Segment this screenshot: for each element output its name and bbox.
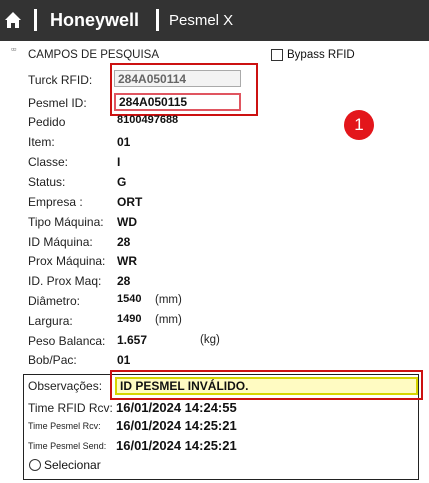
item-label: Item: — [28, 135, 55, 149]
largura-unit: (mm) — [155, 314, 182, 326]
time-pesmel-rcv-value: 16/01/2024 14:25:21 — [116, 418, 237, 433]
checkbox-icon[interactable] — [271, 49, 283, 61]
highlight-box — [110, 63, 258, 116]
bypass-rfid-checkbox[interactable]: Bypass RFID — [271, 49, 355, 61]
empresa-label: Empresa : — [28, 195, 83, 209]
id-maquina-label: ID Máquina: — [28, 235, 93, 249]
observacoes-label: Observações: — [28, 379, 103, 393]
time-pesmel-send-value: 16/01/2024 14:25:21 — [116, 438, 237, 453]
classe-value: I — [117, 155, 121, 169]
time-rfid-value: 16/01/2024 14:24:55 — [116, 400, 237, 415]
prox-maquina-value: WR — [117, 254, 137, 268]
prox-maquina-label: Prox Máquina: — [28, 254, 106, 268]
pesmel-id-label: Pesmel ID: — [28, 96, 87, 110]
item-value: 01 — [117, 135, 131, 149]
id-prox-maq-value: 28 — [117, 274, 131, 288]
top-bar: Honeywell Pesmel X — [0, 0, 429, 41]
app-title: Pesmel X — [169, 12, 234, 29]
turck-rfid-label: Turck RFID: — [28, 73, 93, 87]
id-maquina-value: 28 — [117, 235, 131, 249]
largura-label: Largura: — [28, 314, 73, 328]
header-divider — [156, 9, 159, 31]
time-rfid-label: Time RFID Rcv: — [28, 401, 113, 415]
diametro-unit: (mm) — [155, 294, 182, 306]
diametro-label: Diâmetro: — [28, 294, 81, 308]
pedido-value: 8100497688 — [117, 114, 179, 126]
diametro-value: 1540 — [117, 293, 142, 305]
collapse-icon[interactable]: ▫▫ — [11, 44, 16, 54]
bob-pac-label: Bob/Pac: — [28, 353, 77, 367]
largura-value: 1490 — [117, 313, 142, 325]
section-title: CAMPOS DE PESQUISA — [28, 49, 160, 61]
bypass-rfid-label: Bypass RFID — [287, 49, 355, 61]
tipo-maquina-label: Tipo Máquina: — [28, 215, 104, 229]
header-divider — [34, 9, 37, 31]
highlight-box — [110, 370, 423, 400]
peso-balanca-label: Peso Balanca: — [28, 334, 106, 348]
step-badge: 1 — [344, 110, 374, 140]
peso-balanca-unit: (kg) — [200, 334, 220, 346]
classe-label: Classe: — [28, 155, 69, 169]
status-label: Status: — [28, 175, 66, 189]
pedido-label: Pedido — [28, 115, 66, 129]
selecionar-label: Selecionar — [44, 458, 101, 472]
time-pesmel-rcv-label: Time Pesmel Rcv: — [28, 421, 101, 431]
empresa-value: ORT — [117, 195, 143, 209]
tipo-maquina-value: WD — [117, 215, 137, 229]
peso-balanca-value: 1.657 — [117, 333, 148, 347]
brand-logo: Honeywell — [50, 10, 140, 30]
home-icon[interactable] — [4, 11, 22, 29]
time-pesmel-send-label: Time Pesmel Send: — [28, 441, 107, 451]
status-value: G — [117, 175, 127, 189]
selecionar-radio[interactable]: Selecionar — [29, 458, 101, 472]
radio-icon[interactable] — [29, 459, 41, 471]
bob-pac-value: 01 — [117, 353, 131, 367]
id-prox-maq-label: ID. Prox Maq: — [28, 274, 102, 288]
